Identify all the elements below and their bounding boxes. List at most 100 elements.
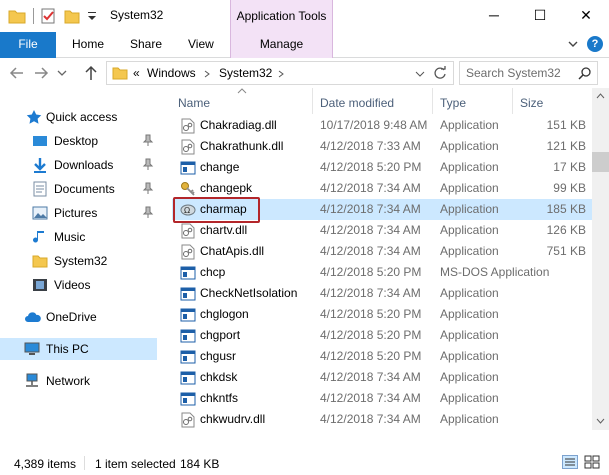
pin-icon[interactable] (142, 206, 154, 218)
address-overflow[interactable]: « (133, 66, 140, 80)
computer-icon (24, 342, 40, 355)
minimize-button[interactable]: ─ (471, 0, 517, 30)
chevron-down-icon[interactable] (415, 70, 425, 78)
column-name[interactable]: Name (178, 96, 210, 110)
nav-item-desktop[interactable]: Desktop (0, 130, 157, 152)
refresh-icon[interactable] (433, 66, 447, 80)
nav-item-onedrive[interactable]: OneDrive (0, 306, 157, 328)
new-folder-icon[interactable] (64, 8, 80, 24)
nav-item-music[interactable]: Music (0, 226, 157, 248)
file-date: 4/12/2018 7:33 AM (320, 139, 421, 153)
nav-item-documents[interactable]: Documents (0, 178, 157, 200)
pin-icon[interactable] (142, 182, 154, 194)
file-type: Application (440, 412, 499, 426)
file-row[interactable]: changepk 4/12/2018 7:34 AM Application 9… (172, 178, 592, 199)
search-icon[interactable] (578, 66, 592, 80)
breadcrumb-windows[interactable]: Windows (147, 66, 196, 80)
vertical-scrollbar[interactable] (592, 88, 609, 430)
up-arrow-icon[interactable] (82, 64, 100, 82)
file-row[interactable]: change 4/12/2018 5:20 PM Application 17 … (172, 157, 592, 178)
address-bar[interactable]: « Windows System32 (106, 61, 454, 85)
breadcrumb-system32[interactable]: System32 (219, 66, 272, 80)
file-row[interactable]: chkntfs 4/12/2018 7:34 AM Application (172, 388, 592, 409)
scroll-thumb[interactable] (592, 152, 609, 172)
status-bar: 4,389 items 1 item selected 184 KB (0, 450, 609, 475)
nav-item-pictures[interactable]: Pictures (0, 202, 157, 224)
tab-view[interactable]: View (188, 32, 214, 58)
file-row[interactable]: Chakradiag.dll 10/17/2018 9:48 AM Applic… (172, 115, 592, 136)
column-divider[interactable] (432, 88, 433, 114)
file-size: 17 KB (553, 160, 586, 174)
nav-item-system32[interactable]: System32 (0, 250, 157, 272)
close-button[interactable]: ✕ (563, 0, 609, 30)
file-type: Application (440, 160, 499, 174)
column-size[interactable]: Size (520, 96, 543, 110)
tab-manage[interactable]: Manage (230, 32, 333, 58)
nav-item-network[interactable]: Network (0, 370, 157, 392)
file-row[interactable]: Chakrathunk.dll 4/12/2018 7:33 AM Applic… (172, 136, 592, 157)
nav-item-downloads[interactable]: Downloads (0, 154, 157, 176)
file-row[interactable]: CheckNetIsolation 4/12/2018 7:34 AM Appl… (172, 283, 592, 304)
item-count: 4,389 items (14, 457, 77, 471)
column-divider[interactable] (512, 88, 513, 114)
nav-item-quick-access[interactable]: Quick access (0, 106, 157, 128)
nav-item-this-pc[interactable]: This PC (0, 338, 157, 360)
file-row[interactable]: chkwudrv.dll 4/12/2018 7:34 AM Applicati… (172, 409, 592, 430)
file-name: chkdsk (200, 370, 238, 384)
file-type: Application (440, 118, 499, 132)
dll-icon (181, 118, 195, 134)
folder-icon (112, 67, 128, 80)
customize-toolbar-icon[interactable] (86, 8, 98, 24)
file-row[interactable]: chglogon 4/12/2018 5:20 PM Application (172, 304, 592, 325)
file-row[interactable]: ChatApis.dll 4/12/2018 7:34 AM Applicati… (172, 241, 592, 262)
videos-icon (33, 279, 47, 291)
chevron-right-icon[interactable] (277, 70, 285, 78)
nav-label: This PC (46, 342, 89, 356)
svg-text:Ω: Ω (184, 206, 190, 215)
selection-count: 1 item selected (95, 457, 176, 471)
forward-arrow-icon[interactable] (32, 64, 50, 82)
exe-icon (180, 371, 196, 385)
recent-locations-icon[interactable] (56, 64, 68, 82)
file-date: 4/12/2018 7:34 AM (320, 391, 421, 405)
pin-icon[interactable] (142, 134, 154, 146)
file-row[interactable]: chartv.dll 4/12/2018 7:34 AM Application… (172, 220, 592, 241)
folder-icon[interactable] (8, 8, 26, 24)
file-row-selected[interactable]: Ω charmap 4/12/2018 7:34 AM Application … (172, 199, 592, 220)
file-size: 751 KB (546, 244, 586, 258)
expand-ribbon-icon[interactable] (566, 37, 580, 51)
help-button[interactable]: ? (587, 36, 603, 52)
tab-file[interactable]: File (0, 32, 56, 58)
file-name: chcp (200, 265, 226, 279)
file-date: 4/12/2018 5:20 PM (320, 160, 422, 174)
back-arrow-icon[interactable] (8, 64, 26, 82)
selection-size: 184 KB (180, 457, 220, 471)
column-date-modified[interactable]: Date modified (320, 96, 394, 110)
exe-icon (180, 329, 196, 343)
file-date: 4/12/2018 5:20 PM (320, 265, 422, 279)
properties-icon[interactable] (40, 8, 56, 24)
tab-home[interactable]: Home (72, 32, 104, 58)
file-row[interactable]: chgusr 4/12/2018 5:20 PM Application (172, 346, 592, 367)
column-divider[interactable] (312, 88, 313, 114)
column-type[interactable]: Type (440, 96, 466, 110)
search-input[interactable] (466, 65, 576, 81)
large-icons-view-icon[interactable] (584, 455, 600, 469)
scroll-up-icon[interactable] (596, 93, 605, 99)
nav-label: Network (46, 374, 91, 388)
file-row[interactable]: chkdsk 4/12/2018 7:34 AM Application (172, 367, 592, 388)
file-row[interactable]: chgport 4/12/2018 5:20 PM Application (172, 325, 592, 346)
nav-item-videos[interactable]: Videos (0, 274, 157, 296)
window-title: System32 (110, 8, 164, 22)
details-view-icon[interactable] (562, 455, 578, 469)
documents-icon (33, 181, 47, 197)
pin-icon[interactable] (142, 158, 154, 170)
scroll-down-icon[interactable] (596, 418, 605, 424)
tab-share[interactable]: Share (130, 32, 162, 58)
file-row[interactable]: chcp 4/12/2018 5:20 PM MS-DOS Applicatio… (172, 262, 592, 283)
file-size: 99 KB (553, 181, 586, 195)
search-box[interactable] (459, 61, 598, 85)
chevron-right-icon[interactable] (203, 70, 211, 78)
dll-icon (181, 223, 195, 239)
maximize-button[interactable]: ☐ (517, 0, 563, 30)
